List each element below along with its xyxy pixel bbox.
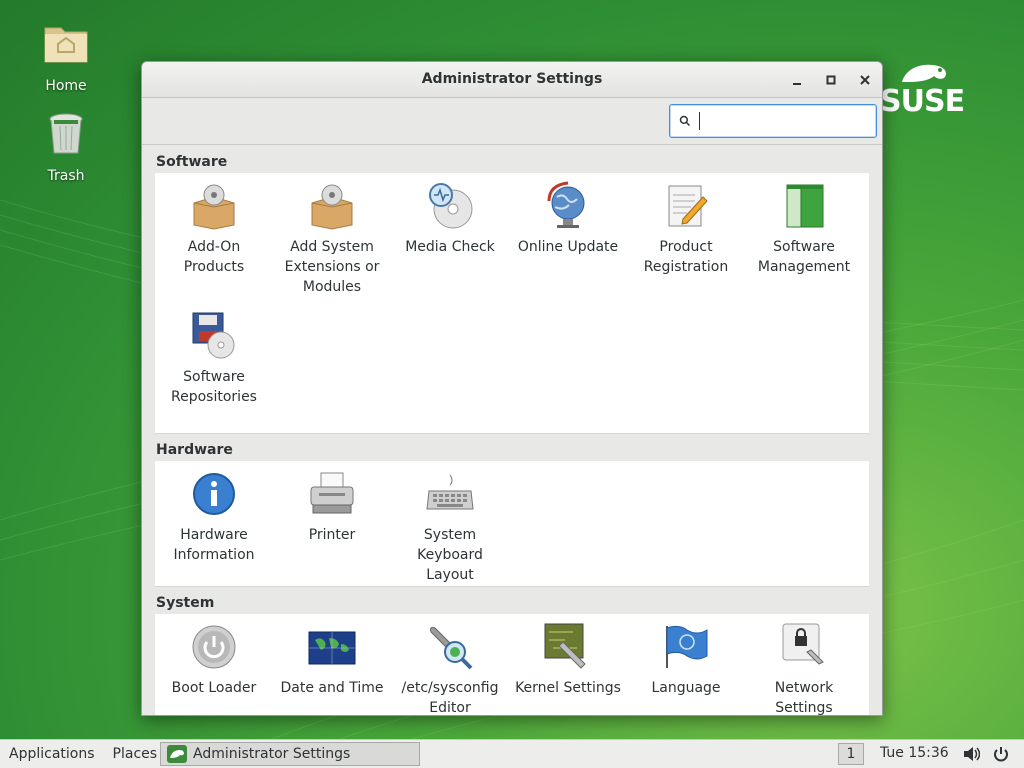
close-icon [860,75,870,85]
search-input[interactable] [699,112,876,130]
package-box-icon [193,184,235,230]
printer-item[interactable]: Printer [273,461,391,586]
yast-chameleon-icon [167,745,187,763]
wrench-search-icon [430,627,473,670]
item-label: Media Check [405,239,495,255]
search-box[interactable] [669,104,877,138]
item-label: Add System Extensions or Modules [284,239,380,295]
close-button[interactable] [853,68,877,92]
taskbar-window-button[interactable]: Administrator Settings [160,742,420,766]
language-item[interactable]: Language [627,614,745,715]
section-hardware: Hardware Information Printer System Keyb… [155,461,869,587]
green-book-icon [786,184,824,228]
add-on-products-item[interactable]: Add-On Products [155,173,273,303]
title-bar[interactable]: Administrator Settings [142,62,882,98]
hardware-information-item[interactable]: Hardware Information [155,461,273,586]
item-label: /etc/sysconfig Editor [401,680,499,716]
item-label: Language [651,680,721,696]
clock[interactable]: Tue 15:36 [880,745,949,761]
suse-logo: SUSE [880,60,990,120]
disc-check-icon [429,183,473,229]
boot-loader-item[interactable]: Boot Loader [155,614,273,715]
search-icon [679,115,691,127]
software-repositories-item[interactable]: Software Repositories [155,303,273,433]
folder-home-icon [44,27,88,63]
system-keyboard-layout-item[interactable]: System Keyboard Layout [391,461,509,586]
item-label: System Keyboard Layout [417,527,483,583]
item-label: Product Registration [643,239,729,275]
floppy-disc-icon [192,312,235,359]
network-settings-item[interactable]: Network Settings [745,614,863,716]
keyboard-icon [426,474,474,510]
taskbar: Applications Places Administrator Settin… [0,739,1024,768]
date-and-time-item[interactable]: Date and Time [273,614,391,715]
info-icon [193,473,235,515]
item-label: Hardware Information [173,527,255,563]
item-label: Online Update [517,239,619,255]
maximize-button[interactable] [819,68,843,92]
power-menu-icon[interactable] [992,745,1010,763]
maximize-icon [826,75,836,85]
circuit-wrench-icon [544,623,586,669]
document-pen-icon [668,185,708,227]
section-header-software: Software [155,146,871,173]
administrator-settings-window: Administrator Settings Software Add-On P… [141,61,883,716]
item-label: Kernel Settings [515,680,621,696]
logo-text: SUSE [880,84,965,119]
item-label: Add-On Products [183,239,245,275]
workspace-switcher[interactable]: 1 [838,743,864,765]
world-map-icon [308,631,356,665]
places-menu[interactable]: Places [104,746,167,762]
chameleon-icon [902,64,946,82]
taskbar-window-label: Administrator Settings [193,746,351,762]
item-label: Date and Time [280,680,384,696]
item-label: Printer [308,527,356,543]
desktop-icon-label: Trash [47,168,85,184]
software-management-item[interactable]: Software Management [745,173,863,303]
network-lock-icon [782,623,824,665]
media-check-item[interactable]: Media Check [391,173,509,303]
power-icon [192,625,236,669]
minimize-button[interactable] [785,68,809,92]
section-header-hardware: Hardware [155,434,871,461]
product-registration-item[interactable]: Product Registration [627,173,745,303]
item-label: Software Management [757,239,851,275]
item-label: Boot Loader [171,680,257,696]
section-system: Boot Loader Date and Time /etc/sysconfig… [155,614,869,716]
settings-content[interactable]: Software Add-On Products Add System Exte… [155,146,871,716]
window-title: Administrator Settings [421,71,603,87]
desktop-home-icon[interactable]: Home [26,20,106,94]
printer-icon [310,472,354,514]
minimize-icon [793,83,801,85]
section-software: Add-On Products Add System Extensions or… [155,173,869,434]
desktop-trash-icon[interactable]: Trash [26,110,106,184]
applications-menu[interactable]: Applications [0,746,104,762]
desktop-icon-label: Home [45,78,87,94]
add-system-extensions-item[interactable]: Add System Extensions or Modules [273,173,391,303]
sysconfig-editor-item[interactable]: /etc/sysconfig Editor [391,614,509,716]
volume-icon[interactable] [962,745,980,763]
flag-icon [666,625,708,668]
item-label: Software Repositories [171,369,257,405]
online-update-item[interactable]: Online Update [509,173,627,303]
scrollbar[interactable] [875,146,881,715]
item-label: Network Settings [774,680,834,716]
package-box-icon [311,184,353,230]
toolbar [142,98,882,145]
section-header-system: System [155,587,871,614]
globe-update-icon [547,181,585,228]
trash-icon [49,113,83,154]
kernel-settings-item[interactable]: Kernel Settings [509,614,627,715]
